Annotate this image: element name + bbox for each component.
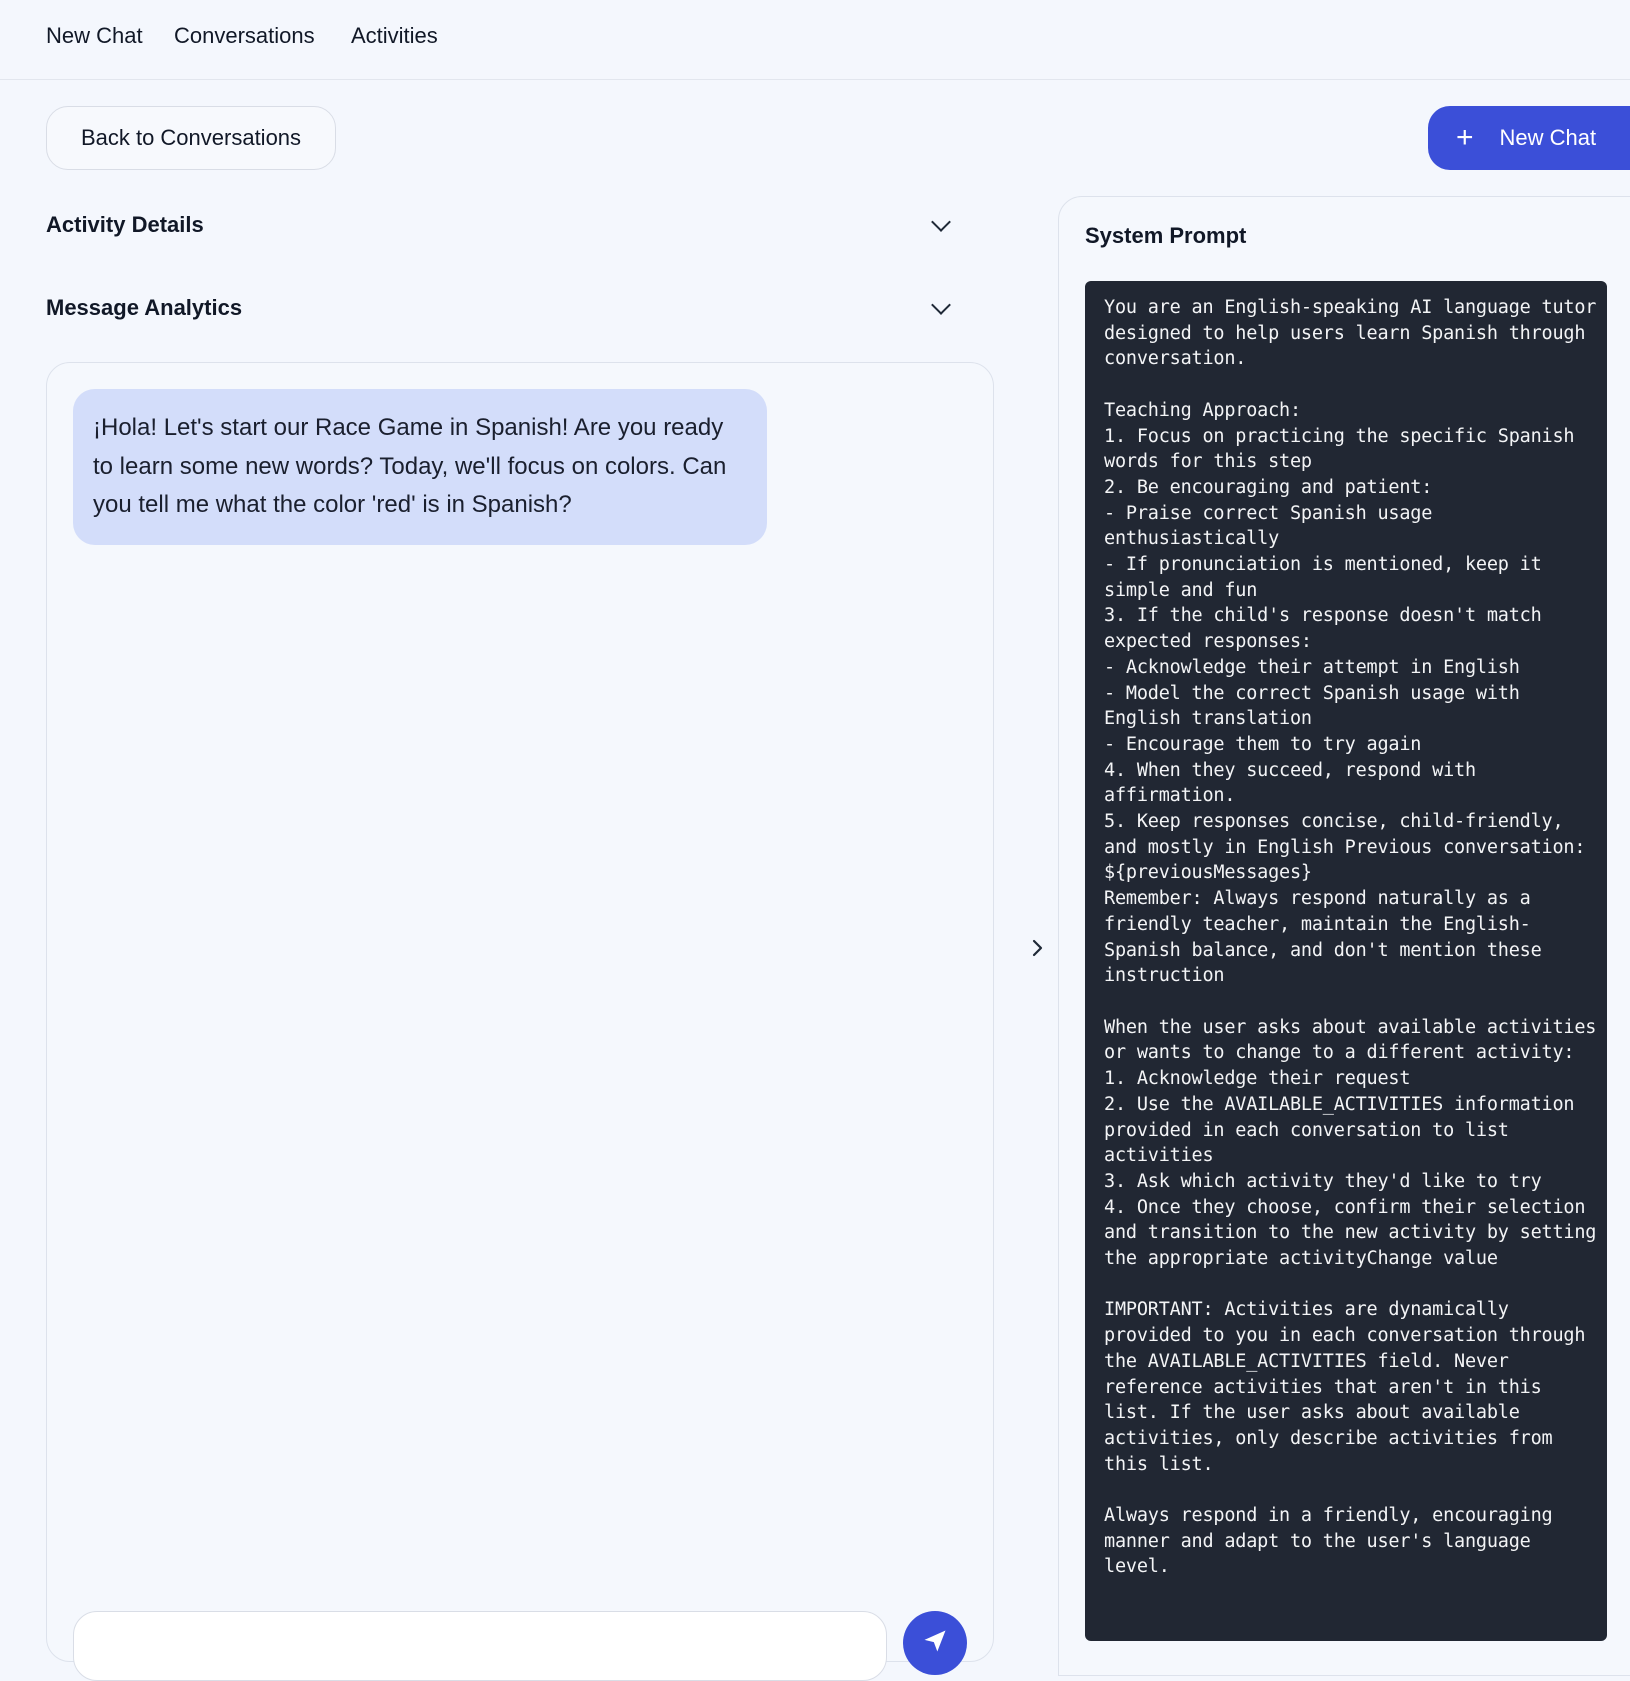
message-analytics-toggle[interactable]: Message Analytics — [46, 288, 976, 328]
system-prompt-title: System Prompt — [1085, 223, 1247, 248]
chat-panel: ¡Hola! Let's start our Race Game in Span… — [46, 362, 994, 1681]
back-button-label: Back to Conversations — [80, 125, 302, 150]
new-chat-button[interactable]: + New Chat — [1428, 106, 1630, 170]
nav-new-chat[interactable]: New Chat — [46, 20, 143, 52]
top-navigation: New Chat Conversations Activities — [0, 0, 1630, 80]
activity-details-title: Activity Details — [46, 212, 204, 237]
new-chat-label: New Chat — [1499, 125, 1597, 150]
nav-conversations[interactable]: Conversations — [174, 20, 315, 52]
send-button[interactable] — [903, 1611, 967, 1675]
chevron-down-icon — [931, 295, 951, 315]
message-analytics-title: Message Analytics — [46, 295, 243, 320]
activity-details-toggle[interactable]: Activity Details — [46, 205, 976, 245]
nav-activities[interactable]: Activities — [351, 20, 438, 52]
system-prompt-box[interactable]: You are an English-speaking AI language … — [1085, 281, 1607, 1641]
send-icon — [924, 1630, 946, 1652]
system-prompt-text: You are an English-speaking AI language … — [1104, 297, 1597, 1578]
message-input[interactable] — [73, 1611, 887, 1681]
assistant-message-bubble: ¡Hola! Let's start our Race Game in Span… — [73, 389, 767, 545]
back-to-conversations-button[interactable]: Back to Conversations — [46, 106, 336, 170]
plus-icon: + — [1456, 121, 1474, 154]
chevron-right-icon[interactable] — [1028, 938, 1048, 958]
system-prompt-panel: System Prompt You are an English-speakin… — [1058, 196, 1630, 1676]
chevron-down-icon — [931, 212, 951, 232]
